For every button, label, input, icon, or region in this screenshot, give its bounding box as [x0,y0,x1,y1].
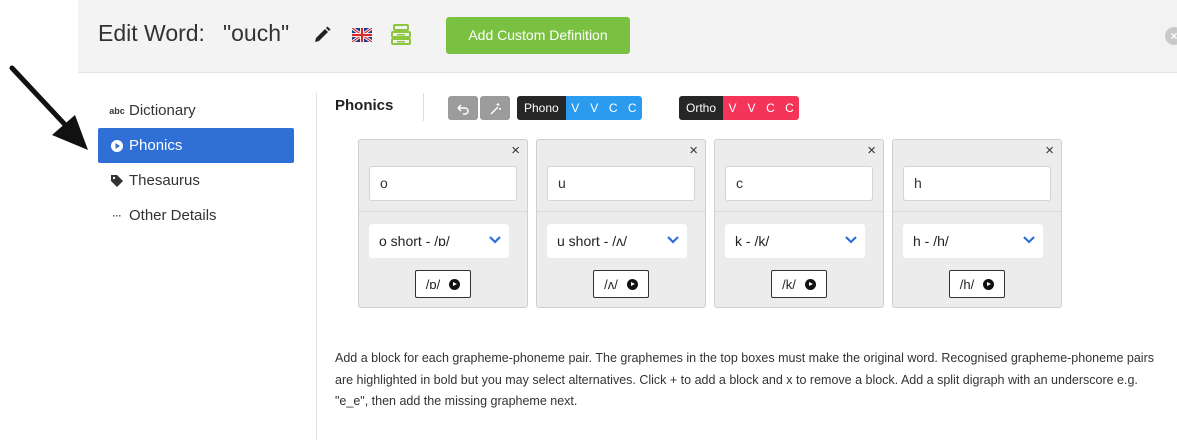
help-text: Add a block for each grapheme-phoneme pa… [335,351,1154,408]
phoneme-select[interactable]: u short - /ʌ/ [547,224,687,258]
ortho-code[interactable]: C [780,96,800,120]
sidebar-item-dictionary[interactable]: abc Dictionary [98,93,294,128]
phoneme-select-value: h - /h/ [913,233,949,249]
pencil-icon[interactable] [312,25,332,45]
ortho-label: Ortho [679,96,724,120]
section-title: Phonics [335,97,394,114]
divider [359,211,527,212]
sidebar-item-label: Other Details [129,207,217,224]
remove-block-button[interactable]: × [867,142,876,159]
word-value: "ouch" [222,20,290,46]
divider [537,211,705,212]
remove-block-button[interactable]: × [511,142,520,159]
phono-code[interactable]: V [584,96,604,120]
divider [316,93,317,440]
ortho-code[interactable]: C [761,96,781,120]
ortho-code[interactable]: V [742,96,762,120]
phono-label: Phono [517,96,566,120]
sound-label: /h/ [959,276,975,292]
phoneme-select[interactable]: k - /k/ [725,224,865,258]
grapheme-input[interactable]: h [903,166,1051,201]
remove-block-button[interactable]: × [689,142,698,159]
grapheme-input[interactable]: o [369,166,517,201]
divider [423,93,424,121]
sound-label: /ʌ/ [604,276,618,292]
chevron-down-icon [667,236,679,244]
grapheme-block: × c k - /k/ /k/ [714,139,884,308]
ortho-pattern: Ortho V V C C [679,96,800,120]
grapheme-block: × h h - /h/ /h/ [892,139,1062,308]
remove-block-button[interactable]: × [1045,142,1054,159]
grapheme-block: × u u short - /ʌ/ /ʌ/ [536,139,706,308]
chevron-down-icon [489,236,501,244]
sidebar: abc Dictionary Phonics Thesaurus ··· Oth… [98,93,294,233]
sidebar-item-label: Phonics [129,137,183,154]
sidebar-item-other-details[interactable]: ··· Other Details [98,198,294,233]
chevron-down-icon [845,236,857,244]
play-sound-button[interactable]: /h/ [949,270,1005,298]
play-sound-button[interactable]: /ʌ/ [593,270,649,298]
play-icon [983,278,995,290]
stack-icon[interactable] [391,24,411,46]
phoneme-select[interactable]: o short - /ɒ/ [369,224,509,258]
sound-label: /k/ [782,276,796,292]
divider [715,211,883,212]
sound-label: /ɒ/ [425,276,441,292]
sidebar-item-thesaurus[interactable]: Thesaurus [98,163,294,198]
magic-wand-button[interactable] [480,96,510,120]
phoneme-select[interactable]: h - /h/ [903,224,1043,258]
chevron-down-icon [1023,236,1035,244]
undo-button[interactable] [448,96,478,120]
play-icon [626,278,638,290]
ortho-code[interactable]: V [723,96,743,120]
phono-code[interactable]: C [603,96,623,120]
phono-pattern: Phono V V C C [517,96,642,120]
add-custom-definition-button[interactable]: Add Custom Definition [446,17,630,54]
grapheme-input[interactable]: c [725,166,873,201]
close-icon[interactable]: × [1165,27,1177,45]
play-icon [449,278,461,290]
sidebar-item-phonics[interactable]: Phonics [98,128,294,163]
header-bar: Edit Word: "ouch" Add Custom Definition × [78,0,1177,73]
phoneme-select-value: k - /k/ [735,233,770,249]
play-icon [804,278,816,290]
pointer-arrow-icon [9,65,88,150]
grapheme-block: × o o short - /ɒ/ /ɒ/ [358,139,528,308]
phono-code[interactable]: C [622,96,642,120]
magic-wand-icon [490,102,501,115]
sidebar-item-label: Thesaurus [129,172,200,189]
grapheme-input[interactable]: u [547,166,695,201]
phoneme-select-value: u short - /ʌ/ [557,233,628,249]
title-label: Edit Word: [98,20,205,46]
uk-flag-icon[interactable] [352,28,372,42]
phoneme-select-value: o short - /ɒ/ [379,233,450,249]
sidebar-item-label: Dictionary [129,102,196,119]
play-sound-button[interactable]: /k/ [771,270,827,298]
play-sound-button[interactable]: /ɒ/ [415,270,471,298]
abc-icon: abc [109,105,125,116]
divider [893,211,1061,212]
ellipsis-icon: ··· [112,210,122,221]
tag-icon [110,174,124,187]
undo-icon [457,104,469,115]
phonics-icon [110,139,124,152]
page-title: Edit Word: "ouch" [98,20,289,47]
phono-code[interactable]: V [565,96,585,120]
